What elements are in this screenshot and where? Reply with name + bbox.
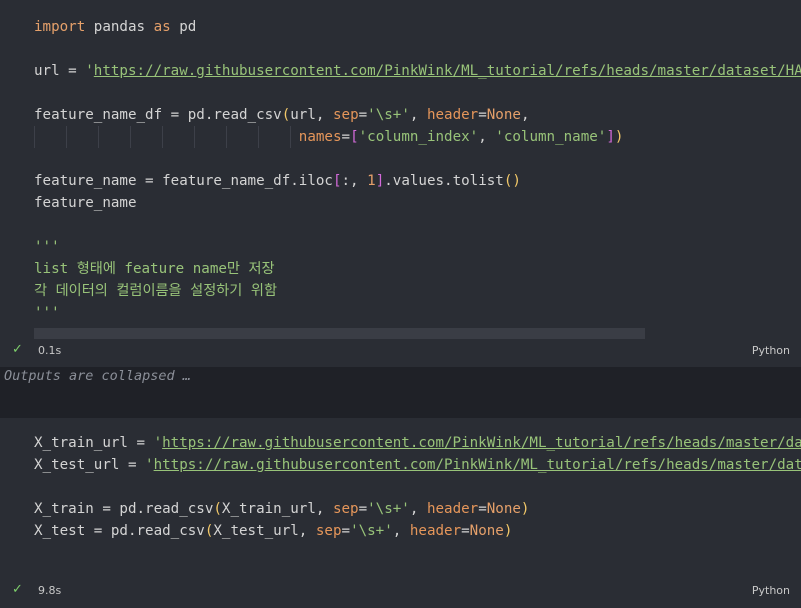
code-token: , (478, 129, 496, 145)
code-token: pandas (85, 19, 154, 35)
code-token: 'column_index' (358, 129, 479, 145)
code-token: = (358, 501, 368, 517)
code-token: 'column_name' (495, 129, 607, 145)
code-token: None (469, 523, 504, 539)
code-token: None (486, 107, 521, 123)
code-token: = (478, 501, 487, 517)
code-token: ) (520, 501, 530, 517)
code-token: sep (332, 501, 359, 517)
code-token: = (478, 107, 487, 123)
code-editor-1[interactable]: import pandas as pd url = 'https://raw.g… (34, 16, 801, 324)
code-token: , (409, 107, 427, 123)
code-line: names=['column_index', 'column_name']) (34, 126, 801, 148)
code-token: , (520, 107, 530, 123)
code-line: feature_name (34, 192, 801, 214)
horizontal-scrollbar[interactable] (34, 328, 645, 339)
code-line: feature_name_df = pd.read_csv(url, sep='… (34, 104, 801, 126)
code-line: X_train_url = 'https://raw.githubusercon… (34, 432, 801, 454)
code-token: https://raw.githubusercontent.com/PinkWi… (153, 457, 801, 473)
code-token: '\s+' (367, 501, 410, 517)
code-token: [ (350, 129, 359, 145)
code-token: ' (153, 435, 163, 451)
code-line: ''' (34, 236, 801, 258)
code-token: , (409, 501, 427, 517)
code-token: 1 (367, 173, 376, 189)
code-token: feature_name = feature_name_df.iloc (34, 173, 333, 189)
code-token: list 형태에 feature name만 저장 (34, 261, 275, 277)
code-token: = (358, 107, 368, 123)
code-token: ( (213, 501, 222, 517)
code-token: names (298, 129, 342, 145)
code-token: '\s+' (367, 107, 410, 123)
code-line: X_test = pd.read_csv(X_test_url, sep='\s… (34, 520, 801, 542)
outputs-collapsed-label[interactable]: Outputs are collapsed … (4, 368, 191, 384)
code-line: 각 데이터의 컬럼이름을 설정하기 위함 (34, 280, 801, 302)
code-token: as (153, 19, 171, 35)
code-token: X_test_url, (213, 523, 316, 539)
code-token: header (426, 107, 479, 123)
code-token: ' (145, 457, 154, 473)
code-line: import pandas as pd (34, 16, 801, 38)
code-token: X_train = pd.read_csv (34, 501, 214, 517)
code-token: '\s+' (350, 523, 393, 539)
code-token: pd (170, 19, 197, 35)
code-token: , (392, 523, 410, 539)
code-token: X_test_url = (34, 457, 146, 473)
code-token: ] (375, 173, 385, 189)
code-token: feature_name_df = pd.read_csv (34, 107, 282, 123)
code-token: .values.tolist (384, 173, 504, 189)
code-line: feature_name = feature_name_df.iloc[:, 1… (34, 170, 801, 192)
code-token: X_train_url = (34, 435, 154, 451)
code-token: header (409, 523, 462, 539)
code-line: list 형태에 feature name만 저장 (34, 258, 801, 280)
success-check-icon: ✓ (12, 342, 23, 357)
code-line: X_test_url = 'https://raw.githubusercont… (34, 454, 801, 476)
code-token: () (503, 173, 521, 189)
cell-status-bar-2: ✓ 9.8s Python (0, 580, 801, 602)
code-line: url = 'https://raw.githubusercontent.com… (34, 60, 801, 82)
cell-language-label[interactable]: Python (752, 344, 790, 357)
code-token: ' (85, 63, 94, 79)
code-line: ''' (34, 302, 801, 324)
code-token: import (34, 19, 86, 35)
code-token: header (426, 501, 479, 517)
code-token: :, (341, 173, 368, 189)
code-token: ] (606, 129, 615, 145)
code-token: 각 데이터의 컬럼이름을 설정하기 위함 (34, 283, 278, 299)
execution-time: 0.1s (38, 344, 62, 357)
code-token: sep (332, 107, 359, 123)
code-token: X_train_url, (221, 501, 333, 517)
execution-time: 9.8s (38, 584, 62, 597)
code-editor-2[interactable]: X_train_url = 'https://raw.githubusercon… (34, 432, 801, 542)
code-token: ) (503, 523, 513, 539)
code-token: ) (614, 129, 624, 145)
code-line: X_train = pd.read_csv(X_train_url, sep='… (34, 498, 801, 520)
code-token: = (461, 523, 470, 539)
cell-language-label[interactable]: Python (752, 584, 790, 597)
cell-status-bar-1: ✓ 0.1s Python (0, 340, 801, 362)
success-check-icon: ✓ (12, 582, 23, 597)
code-token: [ (332, 173, 342, 189)
code-token: = (341, 523, 351, 539)
code-token: url, (290, 107, 333, 123)
code-token: sep (315, 523, 342, 539)
code-token: None (486, 501, 521, 517)
code-token: ''' (34, 239, 60, 255)
code-token: ''' (34, 305, 60, 321)
code-token: X_test = pd.read_csv (34, 523, 205, 539)
code-token: = (341, 129, 351, 145)
code-token: https://raw.githubusercontent.com/PinkWi… (162, 435, 801, 451)
code-token: url = (34, 63, 86, 79)
code-cell-2[interactable]: X_train_url = 'https://raw.githubusercon… (0, 418, 801, 608)
code-token: https://raw.githubusercontent.com/PinkWi… (93, 63, 801, 79)
code-token: ( (281, 107, 291, 123)
code-cell-1[interactable]: import pandas as pd url = 'https://raw.g… (0, 0, 801, 367)
code-token: feature_name (34, 195, 137, 211)
